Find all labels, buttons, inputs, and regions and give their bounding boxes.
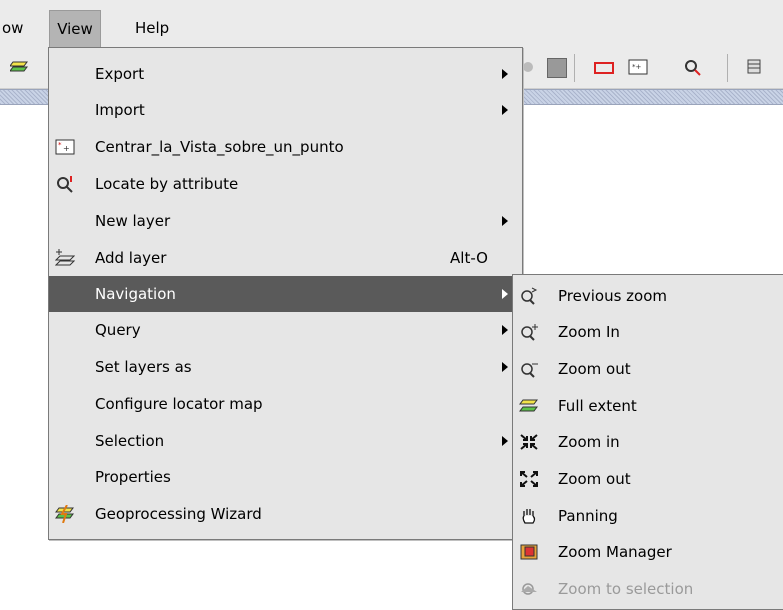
zoom-in-arrows-icon [520, 434, 538, 450]
menu-item-label: Configure locator map [95, 395, 263, 413]
submenu-arrow-icon [502, 436, 508, 446]
center-point-toolbar-icon[interactable]: *+ [628, 58, 648, 76]
geoprocessing-icon [55, 505, 74, 523]
zoom-out-icon [521, 363, 538, 378]
menu-item-selection[interactable]: Selection [49, 423, 522, 459]
menu-item-label: Navigation [95, 285, 176, 303]
menu-item-zoom-out-arrows[interactable]: Zoom out [513, 461, 783, 497]
menu-item-label: Zoom In [558, 323, 620, 341]
menu-item-new-layer[interactable]: New layer [49, 203, 522, 239]
menu-item-label: Previous zoom [558, 287, 667, 305]
toolbar-separator [727, 54, 728, 82]
menu-item-label: Panning [558, 507, 618, 525]
menu-item-previous-zoom[interactable]: Previous zoom [513, 278, 783, 314]
menu-item-geoprocessing-wizard[interactable]: Geoprocessing Wizard [49, 496, 522, 532]
menu-item-navigation[interactable]: Navigation [49, 276, 522, 312]
menu-item-label: Selection [95, 432, 165, 450]
menu-item-label: Export [95, 65, 145, 83]
submenu-arrow-icon [502, 105, 508, 115]
menu-item-zoom-in-arrows[interactable]: Zoom in [513, 424, 783, 460]
submenu-arrow-icon [502, 69, 508, 79]
svg-text:*: * [58, 141, 62, 149]
submenu-arrow-icon [502, 289, 508, 299]
rectangle-select-icon[interactable] [594, 62, 614, 74]
full-extent-icon [519, 399, 538, 412]
menu-item-zoom-in[interactable]: Zoom In [513, 314, 783, 350]
menu-item-add-layer[interactable]: Add layer Alt-O [49, 240, 522, 276]
menu-item-panning[interactable]: Panning [513, 498, 783, 534]
menu-item-label: New layer [95, 212, 171, 230]
zoom-selection-icon [521, 583, 537, 595]
locate-toolbar-icon[interactable] [683, 58, 703, 76]
menu-item-set-layers-as[interactable]: Set layers as [49, 349, 522, 385]
menu-item-label: Import [95, 101, 145, 119]
full-extent-toolbar-icon[interactable] [10, 58, 30, 76]
center-point-icon: * + [55, 139, 75, 155]
hand-toolbar-icon[interactable] [522, 58, 542, 76]
menu-item-export[interactable]: Export [49, 56, 522, 92]
submenu-arrow-icon [502, 362, 508, 372]
menu-item-label: Set layers as [95, 358, 192, 376]
menu-item-label: Query [95, 321, 141, 339]
menu-item-query[interactable]: Query [49, 312, 522, 348]
shortcut-label: Alt-O [450, 249, 488, 267]
menu-view[interactable]: View [49, 10, 101, 48]
menu-item-configure-locator-map[interactable]: Configure locator map [49, 386, 522, 422]
svg-text:*+: *+ [632, 63, 642, 71]
menubar: ow View Help [0, 0, 783, 48]
menu-item-label: Add layer [95, 249, 167, 267]
menu-item-label: Zoom Manager [558, 543, 672, 561]
zoom-in-icon [521, 324, 538, 341]
add-layer-icon [55, 249, 75, 266]
menu-window[interactable]: ow [0, 10, 33, 46]
menu-item-properties[interactable]: Properties [49, 459, 522, 495]
navigation-submenu: Previous zoom Zoom In Zoom out Full exte… [512, 274, 783, 610]
toolbar-separator [574, 54, 575, 82]
menu-item-label: Properties [95, 468, 171, 486]
menu-item-zoom-manager[interactable]: Zoom Manager [513, 534, 783, 570]
menu-item-full-extent[interactable]: Full extent [513, 388, 783, 424]
menu-item-import[interactable]: Import [49, 92, 522, 128]
menu-item-label: Zoom out [558, 360, 631, 378]
submenu-arrow-icon [502, 325, 508, 335]
menu-item-label: Zoom in [558, 433, 620, 451]
menu-item-zoom-out[interactable]: Zoom out [513, 351, 783, 387]
menu-item-label: Zoom to selection [558, 580, 694, 598]
menu-item-label: Full extent [558, 397, 637, 415]
menu-item-zoom-to-selection[interactable]: Zoom to selection [513, 571, 783, 607]
zoom-out-arrows-icon [520, 471, 538, 487]
submenu-arrow-icon [502, 216, 508, 226]
menu-item-label: Geoprocessing Wizard [95, 505, 262, 523]
menu-item-locate-by-attribute[interactable]: Locate by attribute [49, 166, 522, 202]
square-toolbar-icon[interactable] [547, 58, 567, 78]
menu-help[interactable]: Help [125, 10, 179, 46]
locate-icon [57, 176, 73, 193]
menu-item-label: Locate by attribute [95, 175, 239, 193]
zoom-manager-icon [520, 544, 538, 560]
menu-item-center-view[interactable]: * + Centrar_la_Vista_sobre_un_punto [49, 129, 522, 165]
menu-item-label: Zoom out [558, 470, 631, 488]
svg-text:+: + [63, 144, 70, 153]
hand-icon [522, 509, 536, 524]
menu-item-label: Centrar_la_Vista_sobre_un_punto [95, 138, 344, 156]
table-toolbar-icon[interactable] [745, 58, 765, 76]
view-menu: Export Import * + Centrar_la_Vista_sobre_… [48, 47, 523, 540]
previous-zoom-icon [521, 287, 538, 305]
